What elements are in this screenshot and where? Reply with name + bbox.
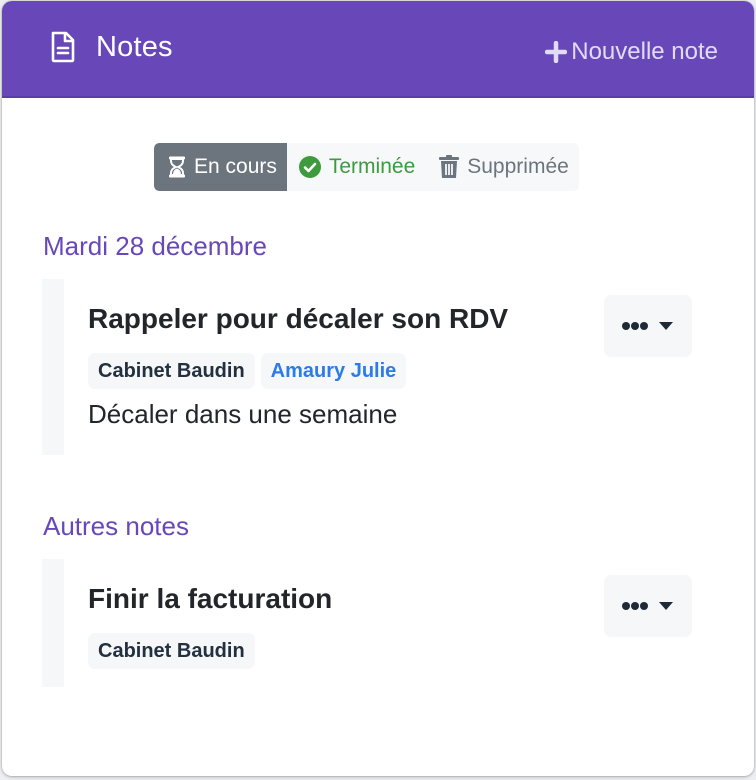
filter-supprimee-label: Supprimée bbox=[467, 155, 569, 178]
hourglass-icon bbox=[169, 156, 185, 178]
filter-terminee-label: Terminée bbox=[328, 155, 416, 178]
note-title: Rappeler pour décaler son RDV bbox=[88, 303, 509, 334]
filter-en-cours[interactable]: En cours bbox=[154, 143, 287, 191]
note-item[interactable]: Rappeler pour décaler son RDV Cabinet Ba… bbox=[42, 279, 702, 455]
tag-company[interactable]: Cabinet Baudin bbox=[88, 633, 255, 669]
filter-en-cours-label: En cours bbox=[194, 155, 277, 178]
tag-person[interactable]: Amaury Julie bbox=[260, 353, 407, 389]
section-title-other: Autres notes bbox=[43, 511, 189, 541]
tag-company[interactable]: Cabinet Baudin bbox=[88, 353, 255, 389]
file-text-icon bbox=[51, 31, 75, 63]
note-tags: Cabinet Baudin bbox=[88, 633, 255, 669]
trash-icon bbox=[439, 155, 460, 178]
new-note-button[interactable]: Nouvelle note bbox=[545, 35, 718, 69]
plus-icon bbox=[545, 41, 568, 63]
filter-terminee[interactable]: Terminée bbox=[287, 143, 425, 191]
page-title: Notes bbox=[96, 30, 173, 63]
filter-supprimee[interactable]: Supprimée bbox=[425, 143, 579, 191]
note-actions-button[interactable] bbox=[604, 295, 692, 357]
caret-down-icon bbox=[659, 322, 673, 330]
note-accent-bar bbox=[42, 559, 64, 687]
ellipsis-icon bbox=[622, 322, 648, 330]
check-circle-icon bbox=[298, 156, 321, 178]
note-title: Finir la facturation bbox=[88, 583, 333, 614]
ellipsis-icon bbox=[622, 602, 648, 610]
notes-card: Notes Nouvelle note En cours Terminée Su… bbox=[2, 1, 754, 776]
status-filter-group: En cours Terminée Supprimée bbox=[154, 143, 579, 191]
note-actions-button[interactable] bbox=[604, 575, 692, 637]
note-accent-bar bbox=[42, 279, 64, 455]
note-item[interactable]: Finir la facturation Cabinet Baudin bbox=[42, 559, 702, 687]
header-title: Notes bbox=[50, 27, 173, 67]
card-header: Notes Nouvelle note bbox=[2, 1, 754, 98]
note-tags: Cabinet Baudin Amaury Julie bbox=[88, 353, 407, 389]
section-title-date: Mardi 28 décembre bbox=[43, 231, 267, 261]
caret-down-icon bbox=[659, 602, 673, 610]
note-body: Décaler dans une semaine bbox=[88, 399, 398, 429]
new-note-label: Nouvelle note bbox=[571, 38, 718, 65]
